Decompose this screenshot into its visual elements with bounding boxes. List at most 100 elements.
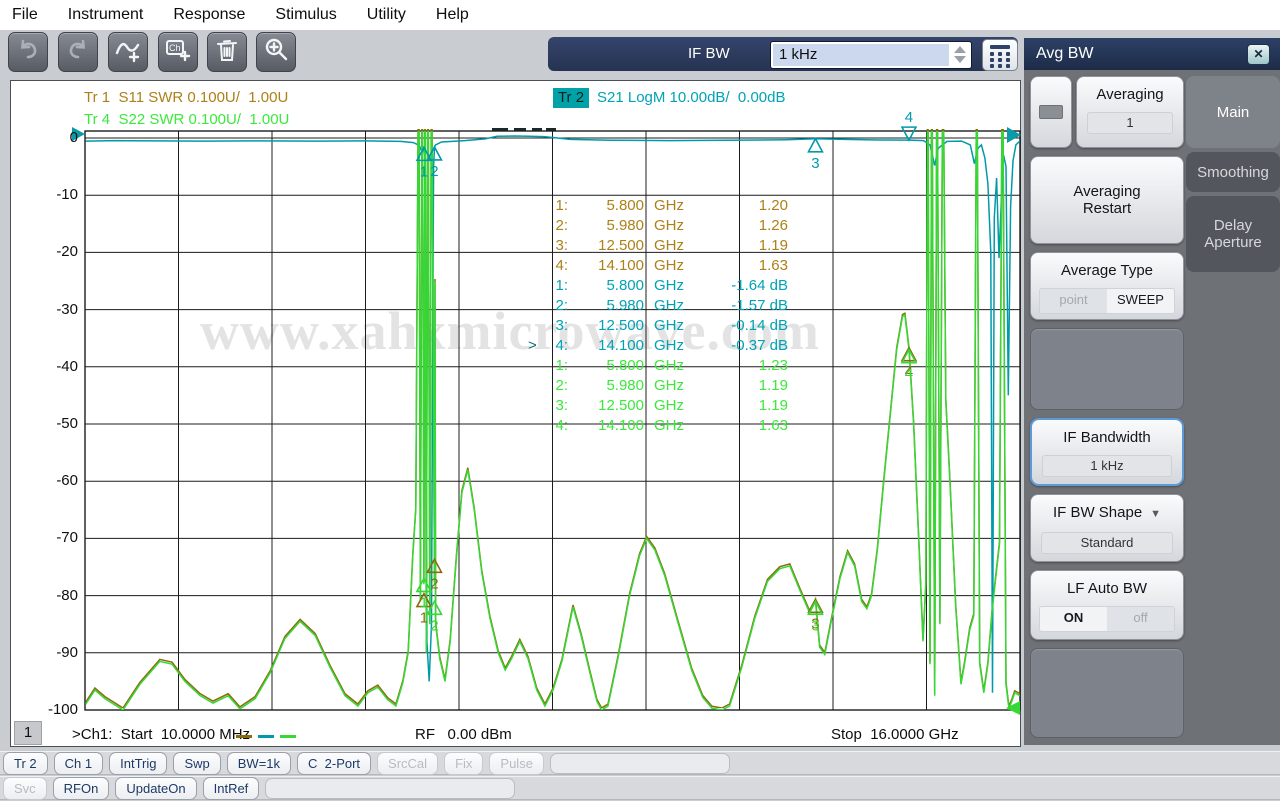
if-bandwidth-button[interactable]: IF Bandwidth 1 kHz (1030, 418, 1184, 486)
y-axis-label: -40 (56, 357, 78, 375)
add-trace-button[interactable] (108, 32, 148, 72)
tab-delay-aperture[interactable]: Delay Aperture (1186, 196, 1280, 272)
status-button-c-2-port[interactable]: C 2-Port (297, 751, 372, 775)
ifbw-input-value: 1 kHz (773, 44, 949, 66)
marker-row-tr4: 2: 5.980 GHz 1.19 (555, 377, 788, 394)
close-icon: ✕ (1253, 47, 1264, 61)
menu-item-stimulus[interactable]: Stimulus (275, 6, 336, 24)
marker-row-tr1: 4: 14.100 GHz 1.63 (555, 257, 788, 274)
averaging-restart-button[interactable]: Averaging Restart (1030, 156, 1184, 244)
status-button-fix: Fix (444, 751, 484, 775)
status-button-rfon[interactable]: RFOn (52, 776, 110, 800)
vna-application-window: File Instrument Response Stimulus Utilit… (0, 0, 1280, 801)
channel-start-label: >Ch1: Start 10.0000 MHz (72, 726, 251, 743)
if-bw-shape-button[interactable]: IF BW Shape ▼ Standard (1030, 494, 1184, 562)
marker-row-tr2: >4: 14.100 GHz -0.37 dB (528, 337, 788, 354)
stop-frequency-value: 16.0000 GHz (870, 726, 959, 743)
status-button-intref[interactable]: IntRef (202, 776, 260, 800)
lf-auto-bw-off[interactable]: off (1107, 607, 1174, 631)
marker-row-tr2: 1: 5.800 GHz -1.64 dB (555, 277, 788, 294)
plot-window (10, 80, 1021, 747)
tr4-legend-dash (280, 735, 296, 738)
undo-button[interactable] (8, 32, 48, 72)
average-type-toggle[interactable]: point SWEEP (1039, 288, 1175, 314)
delete-button[interactable] (207, 32, 247, 72)
trace4-header[interactable]: Tr 4 S22 SWR 0.100U/ 1.00U (84, 111, 289, 128)
spinner-up-icon[interactable] (954, 46, 966, 53)
tr2-legend-dash (258, 735, 274, 738)
averaging-led-icon (1039, 105, 1063, 119)
status-button-svc: Svc (3, 776, 47, 800)
status-button-srccal: SrcCal (377, 751, 439, 775)
menu-item-response[interactable]: Response (173, 6, 245, 24)
spinner-down-icon[interactable] (954, 56, 966, 63)
marker-row-tr1: 1: 5.800 GHz 1.20 (555, 197, 788, 214)
status-button-updateon[interactable]: UpdateOn (115, 776, 197, 800)
panel-title: Avg BW (1024, 38, 1280, 70)
marker-row-tr1: 2: 5.980 GHz 1.26 (555, 217, 788, 234)
blank-softkey-2 (1030, 648, 1184, 738)
ifbw-label: IF BW (688, 45, 730, 62)
add-trace-icon (114, 36, 142, 69)
y-axis-label: -50 (56, 415, 78, 432)
status-button-tr-2[interactable]: Tr 2 (3, 751, 48, 775)
menu-item-file[interactable]: File (12, 6, 38, 24)
blank-softkey-1 (1030, 328, 1184, 410)
undo-icon (15, 37, 41, 68)
trace1-header[interactable]: Tr 1 S11 SWR 0.100U/ 1.00U (84, 89, 288, 106)
menu-item-instrument[interactable]: Instrument (68, 6, 144, 24)
averaging-button[interactable]: Averaging 1 (1076, 76, 1184, 148)
rf-power-value: 0.00 dBm (447, 726, 512, 743)
menu-item-utility[interactable]: Utility (367, 6, 406, 24)
panel-close-button[interactable]: ✕ (1247, 44, 1270, 65)
zoom-button[interactable] (256, 32, 296, 72)
average-type-sweep[interactable]: SWEEP (1107, 289, 1174, 313)
channel-tab[interactable]: 1 (14, 721, 42, 745)
ifbw-input[interactable]: 1 kHz (770, 41, 972, 69)
status-blank-field (265, 777, 516, 799)
marker-table: 1: 5.800 GHz 1.20 2: 5.980 GHz 1.26 3: 12.500 GHz 1… (528, 196, 788, 436)
average-type-button[interactable]: Average Type point SWEEP (1030, 252, 1184, 320)
redo-icon (65, 37, 91, 68)
marker-row-tr4: 1: 5.800 GHz 1.23 (555, 357, 788, 374)
dropdown-caret-icon: ▼ (1150, 508, 1162, 520)
y-axis-label: 0 (69, 129, 78, 146)
trash-icon (214, 37, 240, 68)
tab-smoothing[interactable]: Smoothing (1186, 152, 1280, 192)
status-button-swp[interactable]: Swp (173, 751, 221, 775)
add-channel-button[interactable]: Ch (158, 32, 198, 72)
lf-auto-bw-button[interactable]: LF Auto BW ON off (1030, 570, 1184, 640)
rf-power-label: RF 0.00 dBm (415, 726, 512, 743)
tab-main[interactable]: Main (1186, 76, 1280, 148)
status-button-bw-1k[interactable]: BW=1k (226, 751, 292, 775)
averaging-toggle-indicator[interactable] (1030, 76, 1072, 148)
ifbw-quick-bar: IF BW 1 kHz (548, 37, 1018, 71)
add-channel-icon: Ch (164, 36, 192, 69)
avg-bw-panel: Avg BW ✕ Averaging 1 Main Smoothing Dela… (1024, 38, 1280, 745)
tr1-legend-dash (236, 735, 252, 738)
average-type-point[interactable]: point (1040, 289, 1107, 313)
status-bar-row1: Tr 2 Ch 1 IntTrig Swp BW=1k C 2-Port SrcCal Fix… (0, 751, 1280, 775)
status-button-ch-1[interactable]: Ch 1 (53, 751, 104, 775)
y-axis-label: -30 (56, 300, 78, 318)
y-axis-label: -90 (56, 643, 78, 661)
trace2-active-badge[interactable]: Tr 2 (553, 88, 589, 108)
if-bandwidth-value: 1 kHz (1042, 455, 1172, 477)
marker-row-tr1: 3: 12.500 GHz 1.19 (555, 237, 788, 254)
lf-auto-bw-on[interactable]: ON (1040, 607, 1107, 631)
menu-bar: File Instrument Response Stimulus Utilit… (0, 0, 1280, 30)
lf-auto-bw-toggle[interactable]: ON off (1039, 606, 1175, 632)
y-axis-label: -80 (56, 586, 78, 604)
marker-row-tr4: 3: 12.500 GHz 1.19 (555, 397, 788, 414)
status-button-inttrig[interactable]: IntTrig (109, 751, 168, 775)
svg-text:Ch: Ch (169, 43, 181, 53)
trace2-header[interactable]: S21 LogM 10.00dB/ 0.00dB (597, 89, 785, 106)
keypad-button[interactable] (982, 39, 1018, 71)
marker-row-tr2: 2: 5.980 GHz -1.57 dB (555, 297, 788, 314)
ifbw-spinner[interactable] (952, 45, 968, 65)
menu-item-help[interactable]: Help (436, 6, 469, 24)
y-axis-label: -10 (56, 186, 78, 204)
y-axis-label: -60 (56, 472, 78, 490)
redo-button[interactable] (58, 32, 98, 72)
marker-row-tr2: 3: 12.500 GHz -0.14 dB (555, 317, 788, 334)
